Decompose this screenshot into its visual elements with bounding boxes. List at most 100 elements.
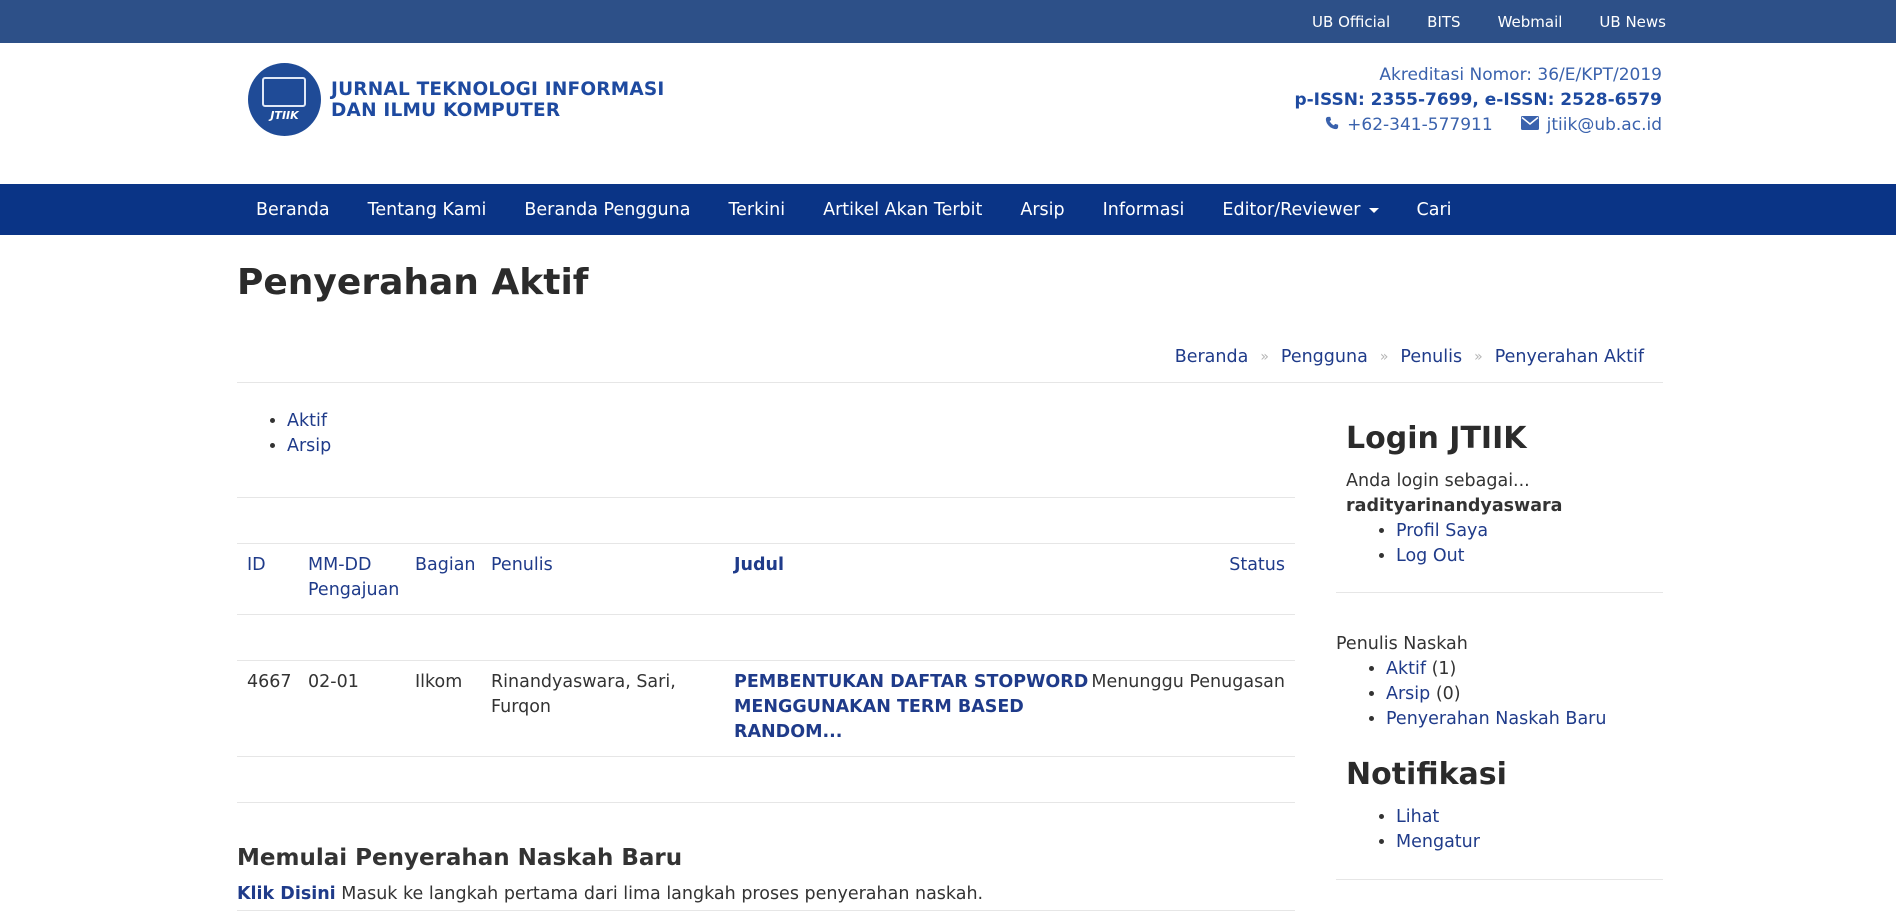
cell-authors-line1: Rinandyaswara, Sari, — [491, 672, 676, 692]
author-links: Aktif (1) Arsip (0) Penyerahan Naskah Ba… — [1386, 657, 1606, 732]
author-arsip-count: (0) — [1435, 684, 1461, 704]
logo-emblem: JTIIK — [248, 63, 321, 136]
caret-down-icon — [1368, 208, 1379, 213]
top-link-ub-official[interactable]: UB Official — [1312, 13, 1390, 31]
notification-block-title: Notifikasi — [1346, 757, 1507, 792]
breadcrumb: Beranda » Pengguna » Penulis » Penyeraha… — [1175, 347, 1644, 367]
phone-item: +62-341-577911 — [1325, 113, 1493, 138]
user-link-item: Profil Saya — [1396, 519, 1488, 544]
phone-number: +62-341-577911 — [1347, 115, 1493, 135]
sidebar-divider-2 — [1336, 879, 1663, 880]
notification-links: Lihat Mengatur — [1396, 805, 1480, 855]
email-address[interactable]: jtiik@ub.ac.id — [1547, 113, 1662, 138]
table-top-divider — [237, 497, 1295, 498]
logo-title-line2: DAN ILMU KOMPUTER — [331, 99, 561, 121]
cell-title-line1: PEMBENTUKAN DAFTAR STOPWORD — [734, 672, 1089, 692]
breadcrumb-pengguna[interactable]: Pengguna — [1281, 347, 1368, 367]
accreditation-text: Akreditasi Nomor: 36/E/KPT/2019 — [1379, 65, 1662, 85]
nav-item-editor-reviewer[interactable]: Editor/Reviewer — [1203, 184, 1397, 235]
breadcrumb-penyerahan-aktif[interactable]: Penyerahan Aktif — [1495, 347, 1644, 367]
nav-item-arsip[interactable]: Arsip — [1001, 184, 1083, 235]
sidebar-divider-1 — [1336, 592, 1663, 593]
mengatur-link[interactable]: Mengatur — [1396, 832, 1480, 852]
profil-saya-link[interactable]: Profil Saya — [1396, 521, 1488, 541]
nav-item-editor-reviewer-label: Editor/Reviewer — [1222, 199, 1361, 220]
nav-item-informasi[interactable]: Informasi — [1084, 184, 1204, 235]
column-header-title[interactable]: Judul — [734, 553, 784, 578]
notification-link-item: Mengatur — [1396, 830, 1480, 855]
column-header-date[interactable]: MM-DD Pengajuan — [308, 553, 399, 603]
logo-book-icon — [262, 77, 306, 107]
author-arsip-link[interactable]: Arsip — [1386, 684, 1430, 704]
top-utility-bar: UB Official BITS Webmail UB News — [0, 0, 1896, 43]
column-header-status[interactable]: Status — [1229, 553, 1285, 578]
new-submission-heading: Memulai Penyerahan Naskah Baru — [237, 845, 683, 871]
issn-text: p-ISSN: 2355-7699, e-ISSN: 2528-6579 — [1294, 90, 1662, 110]
cell-section: Ilkom — [415, 672, 463, 692]
column-header-date-line1: MM-DD — [308, 555, 372, 575]
author-link-item: Arsip (0) — [1386, 682, 1606, 707]
header-contact: Akreditasi Nomor: 36/E/KPT/2019 p-ISSN: … — [1294, 63, 1662, 138]
log-out-link[interactable]: Log Out — [1396, 546, 1465, 566]
new-submission-divider — [237, 910, 1295, 911]
new-submission-text: Masuk ke langkah pertama dari lima langk… — [341, 884, 984, 904]
tab-aktif-link[interactable]: Aktif — [287, 411, 327, 431]
author-link-item: Penyerahan Naskah Baru — [1386, 707, 1606, 732]
breadcrumb-penulis[interactable]: Penulis — [1400, 347, 1462, 367]
nav-item-artikel-akan-terbit[interactable]: Artikel Akan Terbit — [804, 184, 1001, 235]
lihat-link[interactable]: Lihat — [1396, 807, 1439, 827]
cell-title-line3: RANDOM... — [734, 722, 843, 742]
tab-arsip-link[interactable]: Arsip — [287, 436, 331, 456]
phone-icon — [1325, 113, 1339, 138]
top-links: UB Official BITS Webmail UB News — [1312, 0, 1666, 43]
nav-item-beranda[interactable]: Beranda — [237, 184, 349, 235]
author-block-heading: Penulis Naskah — [1336, 634, 1468, 654]
main-nav-list: Beranda Tentang Kami Beranda Pengguna Te… — [237, 184, 1471, 235]
breadcrumb-separator: » — [1379, 349, 1389, 365]
user-links: Profil Saya Log Out — [1396, 519, 1488, 569]
column-header-authors[interactable]: Penulis — [491, 553, 553, 578]
cell-status: Menunggu Penugasan — [1091, 672, 1285, 692]
envelope-icon — [1520, 113, 1539, 138]
login-block-title: Login JTIIK — [1346, 421, 1527, 456]
penyerahan-naskah-baru-link[interactable]: Penyerahan Naskah Baru — [1386, 709, 1606, 729]
cell-id: 4667 — [247, 672, 292, 692]
top-link-bits[interactable]: BITS — [1427, 13, 1460, 31]
author-aktif-link[interactable]: Aktif — [1386, 659, 1426, 679]
logo-title: JURNAL TEKNOLOGI INFORMASI DAN ILMU KOMP… — [331, 79, 664, 121]
logged-in-as-text: Anda login sebagai... — [1346, 471, 1530, 491]
table-bottom-divider — [237, 802, 1295, 803]
main-nav: Beranda Tentang Kami Beranda Pengguna Te… — [0, 184, 1896, 235]
breadcrumb-divider — [237, 382, 1663, 383]
top-link-ub-news[interactable]: UB News — [1599, 13, 1666, 31]
klik-disini-link[interactable]: Klik Disini — [237, 884, 336, 904]
cell-authors: Rinandyaswara, Sari, Furqon — [491, 670, 676, 720]
table-header-top-line — [237, 543, 1295, 544]
new-submission-line: Klik Disini Masuk ke langkah pertama dar… — [237, 884, 983, 904]
site-logo[interactable]: JTIIK JURNAL TEKNOLOGI INFORMASI DAN ILM… — [248, 63, 664, 136]
column-header-section[interactable]: Bagian — [415, 553, 476, 578]
column-header-id[interactable]: ID — [247, 553, 266, 578]
username: radityarinandyaswara — [1346, 496, 1563, 516]
tab-aktif: Aktif — [287, 409, 331, 434]
author-link-item: Aktif (1) — [1386, 657, 1606, 682]
nav-item-tentang-kami[interactable]: Tentang Kami — [349, 184, 506, 235]
breadcrumb-beranda[interactable]: Beranda — [1175, 347, 1249, 367]
cell-title-link[interactable]: PEMBENTUKAN DAFTAR STOPWORD MENGGUNAKAN … — [734, 670, 1088, 745]
logo-badge-text: JTIIK — [270, 109, 299, 122]
page-title: Penyerahan Aktif — [237, 262, 589, 303]
cell-title-line2: MENGGUNAKAN TERM BASED — [734, 697, 1024, 717]
nav-item-terkini[interactable]: Terkini — [709, 184, 804, 235]
email-item[interactable]: jtiik@ub.ac.id — [1520, 113, 1662, 138]
logo-title-line1: JURNAL TEKNOLOGI INFORMASI — [331, 78, 665, 100]
table-header-bottom-line — [237, 614, 1295, 615]
submission-tabs: Aktif Arsip — [287, 409, 331, 459]
nav-item-beranda-pengguna[interactable]: Beranda Pengguna — [505, 184, 709, 235]
user-link-item: Log Out — [1396, 544, 1488, 569]
breadcrumb-separator: » — [1474, 349, 1483, 365]
contact-row: +62-341-577911 jtiik@ub.ac.id — [1294, 113, 1662, 138]
nav-item-cari[interactable]: Cari — [1398, 184, 1471, 235]
table-row-bottom-line — [237, 756, 1295, 757]
top-link-webmail[interactable]: Webmail — [1498, 13, 1563, 31]
cell-date: 02-01 — [308, 672, 359, 692]
